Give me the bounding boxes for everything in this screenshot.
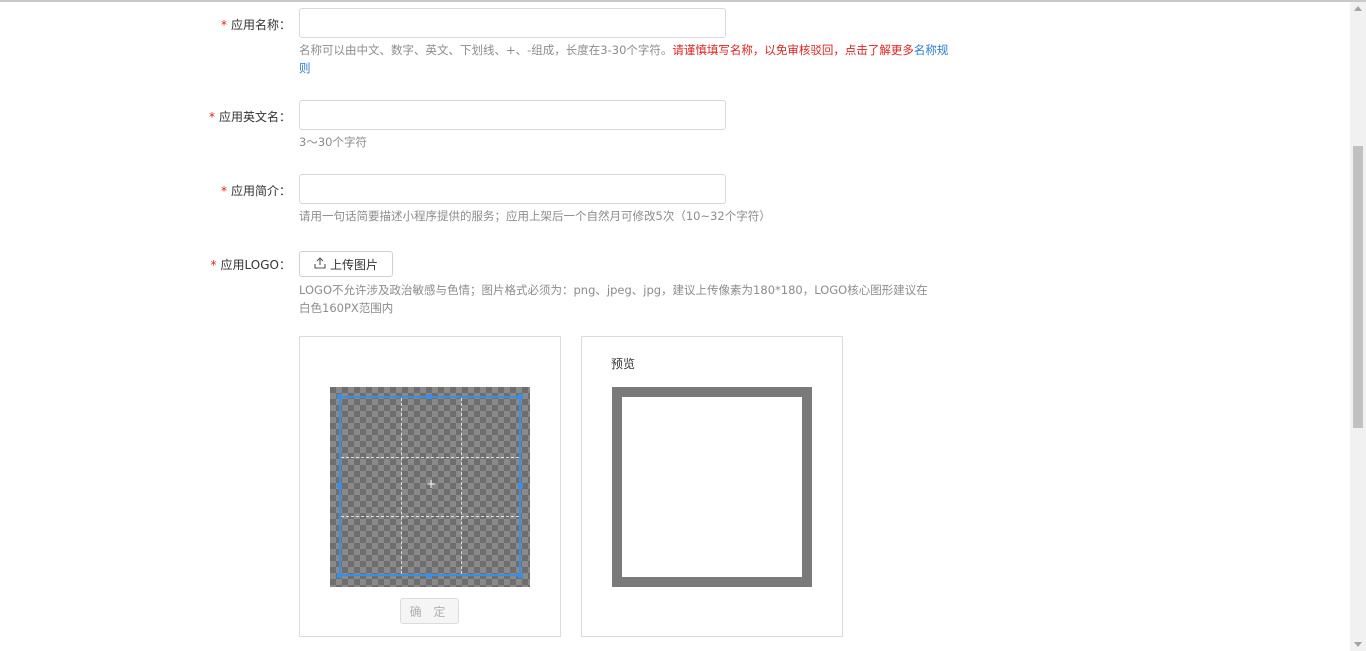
scroll-down-icon[interactable]	[1354, 642, 1362, 647]
preview-title: 预览	[611, 357, 636, 371]
required-mark: *	[210, 258, 217, 272]
crop-handle-top[interactable]	[427, 394, 432, 399]
crop-handle-right[interactable]	[518, 483, 523, 488]
crop-center-icon: +	[425, 477, 437, 491]
cropper-panel: + 确 定	[299, 336, 561, 637]
crop-guide-line	[341, 457, 519, 458]
app-english-name-label: * 应用英文名：	[208, 110, 291, 124]
crop-guide-line	[341, 516, 519, 517]
upload-image-button[interactable]: 上传图片	[299, 251, 393, 277]
preview-panel: 预览	[581, 336, 843, 637]
crop-handle-bottom[interactable]	[427, 573, 432, 578]
crop-handle-top-left[interactable]	[337, 394, 342, 399]
crop-handle-bottom-left[interactable]	[337, 573, 342, 578]
upload-button-label: 上传图片	[329, 257, 378, 272]
app-intro-label: * 应用简介：	[220, 184, 291, 198]
crop-handle-top-right[interactable]	[518, 394, 523, 399]
app-name-input[interactable]	[299, 8, 726, 38]
scrollbar-thumb[interactable]	[1353, 146, 1363, 428]
upload-icon	[314, 256, 326, 272]
top-divider	[0, 0, 1366, 2]
crop-canvas[interactable]: +	[330, 387, 530, 587]
logo-preview-image	[612, 387, 812, 587]
page-scrollbar[interactable]	[1350, 2, 1366, 651]
app-name-hint: 名称可以由中文、数字、英文、下划线、+、-组成，长度在3-30个字符。请谨慎填写…	[299, 43, 949, 75]
app-name-label: * 应用名称：	[220, 18, 291, 32]
required-mark: *	[208, 110, 215, 124]
required-mark: *	[220, 18, 227, 32]
required-mark: *	[220, 184, 227, 198]
crop-handle-bottom-right[interactable]	[518, 573, 523, 578]
confirm-crop-button[interactable]: 确 定	[400, 598, 459, 624]
crop-handle-left[interactable]	[337, 483, 342, 488]
app-english-name-input[interactable]	[299, 100, 726, 130]
app-logo-hint: LOGO不允许涉及政治敏感与色情；图片格式必须为：png、jpeg、jpg，建议…	[299, 283, 928, 315]
crop-selection-box[interactable]: +	[337, 394, 523, 578]
app-intro-hint: 请用一句话简要描述小程序提供的服务；应用上架后一个自然月可修改5次（10~32个…	[299, 209, 771, 223]
app-logo-label: * 应用LOGO：	[210, 258, 291, 272]
app-name-warning: 请谨慎填写名称，以免审核驳回，点击了解更多	[672, 43, 914, 57]
app-intro-input[interactable]	[299, 174, 726, 204]
crop-guide-line	[461, 398, 462, 574]
scroll-up-icon[interactable]	[1354, 6, 1362, 11]
app-english-name-hint: 3～30个字符	[299, 135, 367, 149]
crop-guide-line	[401, 398, 402, 574]
